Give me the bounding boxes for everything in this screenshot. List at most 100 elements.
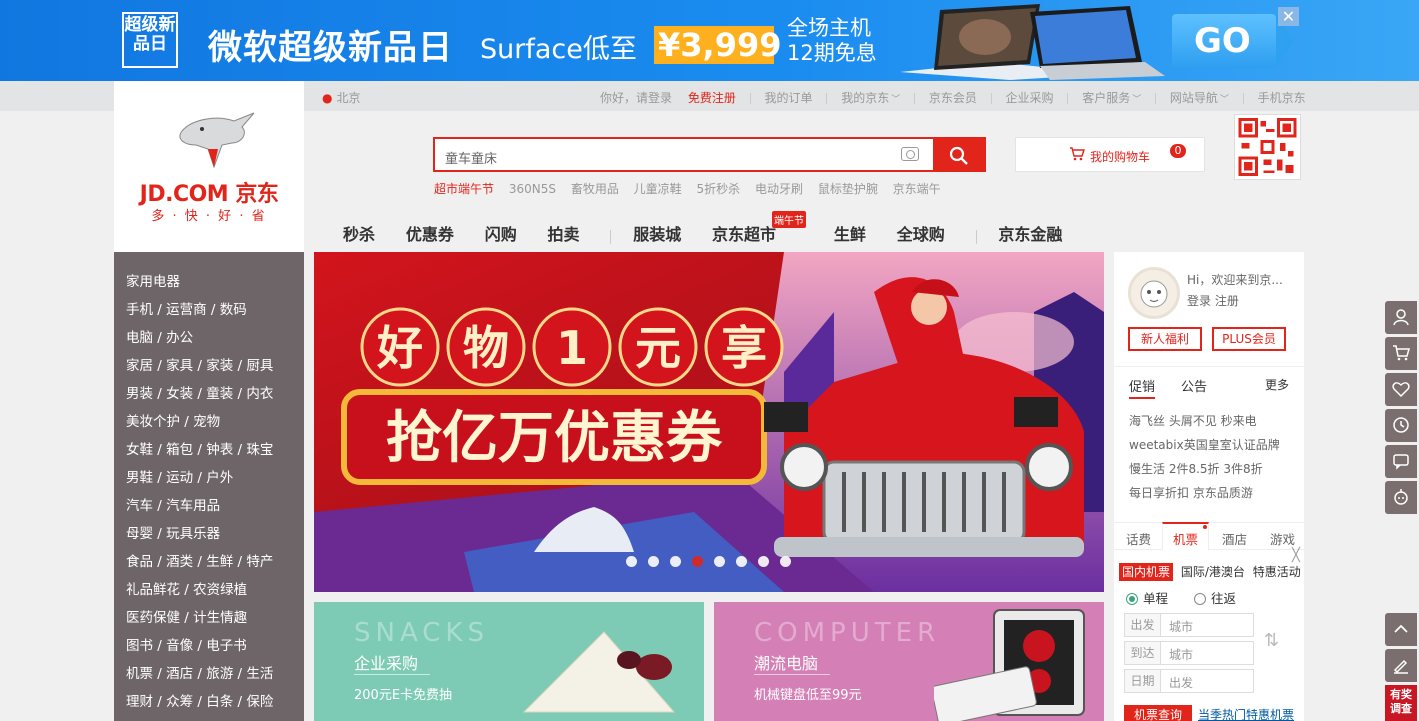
tab-phone-bill[interactable]: 话费: [1126, 529, 1151, 548]
camera-icon[interactable]: [901, 147, 919, 161]
toolbar-feedback[interactable]: [1385, 649, 1417, 682]
domestic-flight-tab[interactable]: 国内机票: [1119, 563, 1174, 581]
category-item[interactable]: 图书 / 音像 / 电子书: [114, 635, 304, 663]
arrival-city-field[interactable]: 到达 城市: [1124, 641, 1254, 665]
search-input[interactable]: 童车童床: [445, 148, 497, 167]
news-item[interactable]: 每日享折扣 京东品质游: [1129, 484, 1280, 508]
nav-seckill[interactable]: 秒杀: [343, 221, 375, 245]
more-link[interactable]: 更多: [1265, 376, 1289, 393]
carousel-dot[interactable]: [780, 556, 791, 567]
search-button[interactable]: [933, 137, 986, 172]
flight-type-switch: 国内机票 国际/港澳台 特惠活动: [1119, 563, 1305, 581]
category-item[interactable]: 女鞋 / 箱包 / 钟表 / 珠宝: [114, 439, 304, 467]
my-orders-link[interactable]: 我的订单: [765, 89, 813, 106]
news-item[interactable]: 慢生活 2件8.5折 3件8折: [1129, 460, 1280, 484]
category-item[interactable]: 医药保健 / 计生情趣: [114, 607, 304, 635]
swap-cities-icon[interactable]: ⇅: [1264, 630, 1279, 651]
hot-keyword[interactable]: 360N5S: [509, 182, 556, 196]
enterprise-link[interactable]: 企业采购: [1006, 89, 1054, 106]
site-nav-link[interactable]: 网站导航 ﹀: [1170, 89, 1229, 106]
nav-fashion[interactable]: 服装城: [633, 221, 681, 245]
carousel-dot[interactable]: [626, 556, 637, 567]
jd-logo[interactable]: JD.COM 京东 多 · 快 · 好 · 省: [114, 81, 304, 252]
flight-search-button[interactable]: 机票查询: [1124, 705, 1192, 721]
hot-keyword[interactable]: 超市端午节: [434, 182, 494, 196]
enterprise-banner[interactable]: SNACKS 企业采购 200元E卡免费抽: [314, 602, 704, 721]
news-item[interactable]: weetabix英国皇室认证品牌: [1129, 436, 1280, 460]
login-link[interactable]: 你好，请登录: [600, 89, 672, 106]
news-item[interactable]: 海飞丝 头屑不见 秒来电: [1129, 412, 1280, 436]
hot-keyword[interactable]: 儿童凉鞋: [634, 182, 682, 196]
category-item[interactable]: 家用电器: [114, 271, 304, 299]
hot-keyword[interactable]: 京东端午: [893, 182, 941, 196]
category-item[interactable]: 男鞋 / 运动 / 户外: [114, 467, 304, 495]
login-register-link[interactable]: 登录 注册: [1187, 292, 1239, 309]
promo-surface-text: Surface低至: [480, 34, 637, 65]
newcomer-button[interactable]: 新人福利: [1128, 327, 1202, 351]
avatar[interactable]: [1128, 267, 1180, 319]
hot-keyword[interactable]: 鼠标垫护腕: [818, 182, 878, 196]
nav-auction[interactable]: 拍卖: [548, 221, 580, 245]
mobile-jd-link[interactable]: 手机京东: [1258, 89, 1306, 106]
carousel-dot[interactable]: [758, 556, 769, 567]
carousel-dot[interactable]: [714, 556, 725, 567]
hot-keyword[interactable]: 畜牧用品: [571, 182, 619, 196]
carousel-dot[interactable]: [648, 556, 659, 567]
nav-finance[interactable]: 京东金融: [998, 221, 1062, 245]
carousel-dot[interactable]: [736, 556, 747, 567]
category-item[interactable]: 母婴 / 玩具乐器: [114, 523, 304, 551]
nav-flash[interactable]: 闪购: [485, 221, 517, 245]
my-jd-link[interactable]: 我的京东 ﹀: [841, 89, 900, 106]
promo-banner[interactable]: 超级新品日 微软超级新品日 Surface低至 ¥3,999 全场主机 12期免…: [0, 0, 1419, 81]
carousel-dot[interactable]: [670, 556, 681, 567]
category-item[interactable]: 汽车 / 汽车用品: [114, 495, 304, 523]
computer-banner[interactable]: COMPUTER 潮流电脑 机械键盘低至99元: [714, 602, 1104, 721]
category-item[interactable]: 家居 / 家具 / 家装 / 厨具: [114, 355, 304, 383]
category-item[interactable]: 男装 / 女装 / 童装 / 内衣: [114, 383, 304, 411]
nav-fresh[interactable]: 生鲜: [834, 221, 866, 245]
plus-member-button[interactable]: PLUS会员: [1212, 327, 1286, 351]
toolbar-back-to-top[interactable]: [1385, 613, 1417, 646]
close-icon[interactable]: ╳: [1292, 548, 1300, 563]
cart-button[interactable]: 我的购物车 0: [1015, 137, 1205, 172]
category-item[interactable]: 机票 / 酒店 / 旅游 / 生活: [114, 663, 304, 691]
toolbar-messages[interactable]: [1385, 445, 1417, 478]
category-item[interactable]: 美妆个护 / 宠物: [114, 411, 304, 439]
toolbar-jimi[interactable]: [1385, 481, 1417, 514]
category-item[interactable]: 礼品鲜花 / 农资绿植: [114, 579, 304, 607]
departure-date-field[interactable]: 日期 出发: [1124, 669, 1254, 693]
toolbar-cart[interactable]: [1385, 337, 1417, 370]
special-offer-tab[interactable]: 特惠活动: [1253, 565, 1301, 579]
category-item[interactable]: 食品 / 酒类 / 生鲜 / 特产: [114, 551, 304, 579]
one-way-radio[interactable]: 单程: [1126, 591, 1168, 606]
tab-flight[interactable]: 机票: [1162, 522, 1209, 550]
toolbar-favorites[interactable]: [1385, 373, 1417, 406]
location-selector[interactable]: ● 北京: [322, 89, 361, 106]
departure-city-field[interactable]: 出发 城市: [1124, 613, 1254, 637]
nav-supermarket[interactable]: 京东超市 端午节: [712, 211, 807, 245]
category-item[interactable]: 手机 / 运营商 / 数码: [114, 299, 304, 327]
carousel-dot-active[interactable]: [692, 556, 703, 567]
category-item[interactable]: 理财 / 众筹 / 白条 / 保险: [114, 691, 304, 719]
go-button[interactable]: GO: [1172, 14, 1294, 68]
tab-hotel[interactable]: 酒店: [1222, 529, 1247, 548]
category-item[interactable]: 电脑 / 办公: [114, 327, 304, 355]
customer-service-link[interactable]: 客户服务 ﹀: [1082, 89, 1141, 106]
hot-keyword[interactable]: 5折秒杀: [697, 182, 741, 196]
tab-notice[interactable]: 公告: [1181, 376, 1207, 395]
toolbar-history[interactable]: [1385, 409, 1417, 442]
jd-member-link[interactable]: 京东会员: [929, 89, 977, 106]
survey-button[interactable]: 有奖调查: [1385, 685, 1417, 721]
hot-flights-link[interactable]: 当季热门特惠机票: [1198, 706, 1294, 721]
main-carousel-banner[interactable]: 好 物 1 元 享 抢亿万优惠券: [314, 252, 1104, 592]
hot-keyword[interactable]: 电动牙刷: [755, 182, 803, 196]
tab-promo[interactable]: 促销: [1129, 376, 1156, 399]
register-link[interactable]: 免费注册: [688, 89, 736, 106]
international-flight-tab[interactable]: 国际/港澳台: [1181, 565, 1245, 579]
close-icon[interactable]: ✕: [1278, 7, 1299, 26]
nav-global[interactable]: 全球购: [897, 221, 945, 245]
tab-game[interactable]: 游戏: [1270, 529, 1295, 548]
round-trip-radio[interactable]: 往返: [1194, 591, 1236, 606]
toolbar-user[interactable]: [1385, 301, 1417, 334]
nav-coupon[interactable]: 优惠券: [406, 221, 454, 245]
